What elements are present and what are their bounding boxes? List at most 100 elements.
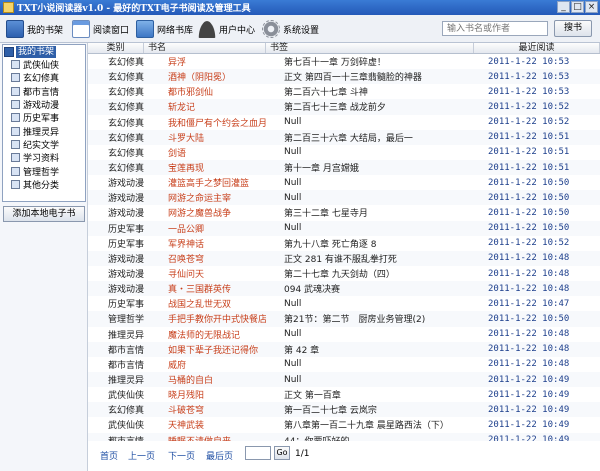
column-header-bookmark[interactable]: 书签	[266, 43, 474, 53]
bookshelf-icon	[4, 46, 14, 57]
table-row[interactable]: 游戏动漫 真・三国群英传 094 武魂决赛 2011-1-22 10:48	[88, 281, 600, 297]
table-row[interactable]: 推理灵异 马桶的自白 Null 2011-1-22 10:49	[88, 371, 600, 388]
cell-category: 玄幻修真	[108, 164, 144, 175]
table-row[interactable]: 武侠仙侠 晓月残阳 正文 第一百章 2011-1-22 10:49	[88, 387, 600, 402]
book-icon	[11, 179, 20, 189]
sidebar-item-xuanhuan[interactable]: 玄幻修真	[3, 71, 85, 84]
sidebar-item-label: 武侠仙侠	[23, 61, 60, 72]
maximize-button[interactable]: □	[571, 1, 584, 13]
cell-book-title: 寻仙问天	[168, 270, 205, 281]
sidebar-item-documentary[interactable]: 纪实文学	[3, 138, 85, 151]
cell-book-title: 真・三国群英传	[168, 285, 232, 296]
cell-bookmark: Null	[284, 192, 302, 203]
cell-last-read: 2011-1-22 10:49	[488, 389, 570, 400]
table-row[interactable]: 游戏动漫 网游之魔兽战争 第三十二章 七星寺月 2011-1-22 10:50	[88, 205, 600, 220]
online-library-icon	[136, 20, 154, 38]
cell-book-title: 晓月残阳	[168, 391, 205, 402]
cell-book-title: 一品公卿	[168, 224, 205, 235]
column-header-last-read[interactable]: 最近阅读	[474, 43, 600, 53]
read-window-label: 阅读窗口	[93, 25, 130, 36]
cell-book-title: 威府	[168, 360, 187, 371]
tree-root-my-shelf[interactable]: 我的书架	[3, 45, 85, 58]
column-header-book[interactable]: 书名	[144, 43, 266, 53]
toolbar: 我的书架 阅读窗口 网络书库 用户中心 系统设置 搜书	[0, 15, 600, 43]
read-window-button[interactable]: 阅读窗口	[72, 19, 129, 39]
table-row[interactable]: 都市言情 如果下辈子我还记得你 第 42 章 2011-1-22 10:48	[88, 341, 600, 357]
cell-category: 历史军事	[108, 239, 144, 250]
sidebar-item-study[interactable]: 学习资料	[3, 151, 85, 164]
book-icon	[11, 166, 20, 176]
search-input[interactable]	[442, 21, 548, 36]
cell-last-read: 2011-1-22 10:48	[488, 344, 570, 355]
page-count: 1/1	[295, 449, 310, 459]
add-local-ebook-button[interactable]: 添加本地电子书	[3, 206, 85, 222]
cell-category: 都市言情	[108, 345, 144, 356]
sidebar: 我的书架 武侠仙侠 玄幻修真 都市言情 游戏动漫 历史军事 推理灵异 纪实文学 …	[0, 43, 88, 471]
last-page-link[interactable]: 最后页	[206, 449, 233, 462]
cell-category: 历史军事	[108, 224, 144, 235]
table-row[interactable]: 玄幻修真 我和僵尸有个约会之血月 Null 2011-1-22 10:52	[88, 115, 600, 130]
book-icon	[11, 153, 20, 163]
table-row[interactable]: 历史军事 战国之乱世无双 Null 2011-1-22 10:47	[88, 296, 600, 311]
cell-bookmark: Null	[284, 298, 302, 309]
table-row[interactable]: 玄幻修真 宝莲再现 第十一章 月宫嫦娥 2011-1-22 10:51	[88, 159, 600, 176]
table-row[interactable]: 游戏动漫 寻仙问天 第二十七章 九天剑劫（四） 2011-1-22 10:48	[88, 266, 600, 281]
table-row[interactable]: 玄幻修真 酒神（阴阳冕） 正文 第四百一十三章翡髓脸的神器 2011-1-22 10:…	[88, 69, 600, 85]
my-shelf-button[interactable]: 我的书架	[6, 19, 63, 39]
book-icon	[11, 86, 20, 96]
table-row[interactable]: 都市言情 威府 Null 2011-1-22 10:48	[88, 357, 600, 372]
table-row[interactable]: 推理灵异 魔法师的无限战记 Null 2011-1-22 10:48	[88, 327, 600, 342]
settings-button[interactable]: 系统设置	[262, 19, 319, 39]
first-page-link[interactable]: 首页	[100, 449, 118, 462]
window-title: TXT小说阅读器v1.0 - 最好的TXT电子书阅读及管理工具	[17, 4, 251, 14]
cell-last-read: 2011-1-22 10:51	[488, 132, 570, 143]
close-button[interactable]: ×	[585, 1, 598, 13]
cell-category: 玄幻修真	[108, 133, 144, 144]
book-icon	[11, 126, 20, 136]
go-button[interactable]: Go	[274, 446, 290, 460]
minimize-button[interactable]: _	[557, 1, 570, 13]
sidebar-item-management[interactable]: 管理哲学	[3, 164, 85, 178]
cell-bookmark: 第七百十一章 万剑碎虚！	[284, 58, 386, 69]
table-row[interactable]: 玄幻修真 都市邪剑仙 第二百六十七章 斗神 2011-1-22 10:53	[88, 84, 600, 99]
sidebar-item-mystery[interactable]: 推理灵异	[3, 124, 85, 138]
sidebar-item-label: 学习资料	[23, 154, 60, 165]
table-row[interactable]: 游戏动漫 召唤苍穹 正文 281 有谁不服乱拳打死 2011-1-22 10:48	[88, 250, 600, 266]
cell-category: 玄幻修真	[108, 88, 144, 99]
table-row[interactable]: 玄幻修真 斗罗大陆 第二百三十六章 大结局，最后一 2011-1-22 10:51	[88, 129, 600, 145]
cell-category: 游戏动漫	[108, 285, 144, 296]
table-row[interactable]: 玄幻修真 剑语 Null 2011-1-22 10:51	[88, 145, 600, 160]
cell-category: 玄幻修真	[108, 148, 144, 159]
cell-bookmark: 第二百三十六章 大结局，最后一	[284, 133, 413, 144]
table-row[interactable]: 游戏动漫 灌篮高手之梦回灌篮 Null 2011-1-22 10:50	[88, 175, 600, 190]
table-row[interactable]: 武侠仙侠 天神武装 第八章第一百二十九章 晨星路西法（下） 2011-1-22 10:…	[88, 417, 600, 432]
table-row[interactable]: 玄幻修真 斩龙记 第二百七十三章 战龙前夕 2011-1-22 10:52	[88, 99, 600, 115]
book-icon	[11, 60, 20, 70]
sidebar-item-urban[interactable]: 都市言情	[3, 85, 85, 98]
table-row[interactable]: 玄幻修真 斗破苍穹 第一百二十七章 云岚宗 2011-1-22 10:49	[88, 402, 600, 418]
sidebar-item-history[interactable]: 历史军事	[3, 111, 85, 124]
cell-category: 玄幻修真	[108, 103, 144, 114]
user-center-button[interactable]: 用户中心	[198, 19, 255, 39]
cell-book-title: 我和僵尸有个约会之血月	[168, 118, 266, 129]
table-row[interactable]: 玄幻修真 异浮 第七百十一章 万剑碎虚！ 2011-1-22 10:53	[88, 54, 600, 69]
cell-bookmark: Null	[284, 359, 302, 370]
table-row[interactable]: 管理哲学 手把手教你开中式快餐店 第21节：第二节 厨房业务管理(2) 2011-1-…	[88, 311, 600, 327]
table-row[interactable]: 历史军事 一品公卿 Null 2011-1-22 10:50	[88, 220, 600, 236]
sidebar-item-game[interactable]: 游戏动漫	[3, 98, 85, 111]
next-page-link[interactable]: 下一页	[168, 449, 195, 462]
sidebar-item-label: 游戏动漫	[23, 101, 60, 112]
cell-book-title: 斗破苍穹	[168, 406, 205, 417]
cell-category: 游戏动漫	[108, 179, 144, 190]
prev-page-link[interactable]: 上一页	[128, 449, 155, 462]
table-row[interactable]: 游戏动漫 网游之命运主宰 Null 2011-1-22 10:50	[88, 190, 600, 206]
table-row[interactable]: 历史军事 军界神话 第九十八章 死亡角逐 8 2011-1-22 10:52	[88, 236, 600, 251]
book-table: 类别 书名 书签 最近阅读 玄幻修真 异浮 第七百十一章 万剑碎虚！ 2011-1-2…	[88, 43, 600, 448]
page-number-input[interactable]	[245, 446, 271, 460]
sidebar-item-wuxia[interactable]: 武侠仙侠	[3, 58, 85, 71]
sidebar-item-other[interactable]: 其他分类	[3, 178, 85, 191]
column-header-category[interactable]: 类别	[88, 43, 144, 53]
cell-category: 管理哲学	[108, 315, 144, 326]
search-button[interactable]: 搜书	[554, 20, 592, 37]
online-library-button[interactable]: 网络书库	[136, 19, 193, 39]
